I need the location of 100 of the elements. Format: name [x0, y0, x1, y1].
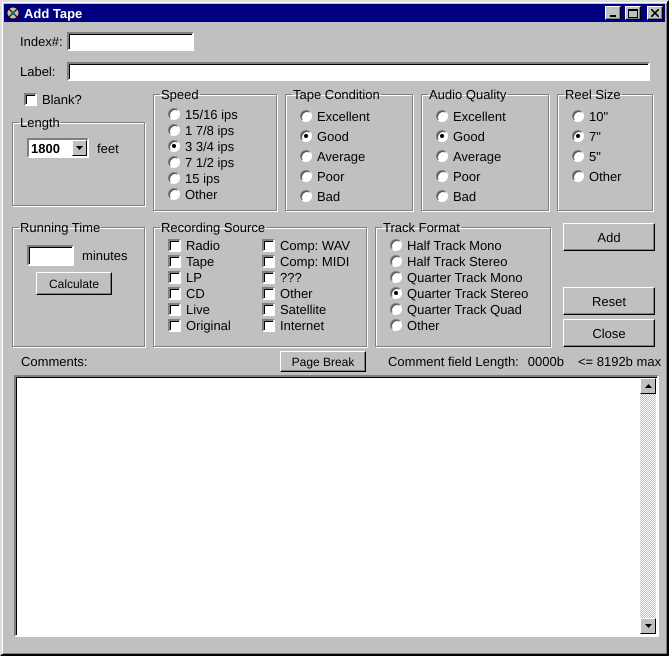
radio-button[interactable] [300, 170, 312, 182]
checkbox-option[interactable]: Internet [262, 317, 358, 333]
checkbox[interactable] [168, 318, 181, 332]
radio-button[interactable] [436, 190, 448, 202]
choice-option[interactable]: 15/16 ips [168, 106, 268, 122]
choice-option[interactable]: 5" [572, 146, 644, 166]
radio-button[interactable] [572, 110, 584, 122]
close-button[interactable] [647, 6, 663, 20]
choice-option[interactable]: 7 1/2 ips [168, 154, 268, 170]
checkbox[interactable] [262, 254, 275, 268]
choice-option[interactable]: Average [436, 146, 540, 166]
comments-field[interactable] [14, 375, 659, 637]
calculate-button[interactable]: Calculate [36, 272, 112, 295]
radio-button[interactable] [168, 172, 180, 184]
checkbox-option[interactable]: Original [168, 317, 248, 333]
reel-icon [6, 6, 20, 20]
radio-button[interactable] [390, 239, 402, 251]
choice-option[interactable]: Other [168, 186, 268, 202]
choice-option[interactable]: Good [436, 126, 540, 146]
checkbox[interactable] [262, 318, 275, 332]
choice-option[interactable]: Bad [300, 186, 404, 206]
checkbox[interactable] [262, 302, 275, 316]
scroll-down-button[interactable] [640, 618, 656, 634]
dialog-button[interactable]: Close [563, 319, 655, 347]
group-title: Track Format [382, 220, 461, 235]
choice-option[interactable]: Poor [436, 166, 540, 186]
length-dropdown[interactable]: 1800 [27, 138, 89, 158]
radio-button[interactable] [168, 156, 180, 168]
radio-button[interactable] [168, 124, 180, 136]
checkbox[interactable] [262, 270, 275, 284]
checkbox-option[interactable]: Comp: MIDI [262, 253, 358, 269]
choice-option[interactable]: Excellent [436, 106, 540, 126]
radio-button[interactable] [300, 130, 312, 142]
choice-option[interactable]: 3 3/4 ips [168, 138, 268, 154]
dialog-button[interactable]: Reset [563, 287, 655, 315]
page-break-button[interactable]: Page Break [280, 351, 366, 372]
choice-option[interactable]: Quarter Track Stereo [390, 285, 542, 301]
radio-button[interactable] [390, 287, 402, 299]
checkbox-option[interactable]: Blank? [24, 91, 145, 107]
index-field[interactable] [66, 32, 194, 51]
label-field[interactable] [67, 62, 650, 81]
choice-option[interactable]: 10" [572, 106, 644, 126]
checkbox-option[interactable]: CD [168, 285, 248, 301]
minimize-button[interactable] [605, 6, 621, 20]
choice-option[interactable]: Bad [436, 186, 540, 206]
checkbox[interactable] [24, 92, 37, 106]
choice-option[interactable]: Quarter Track Quad [390, 301, 542, 317]
choice-option[interactable]: Poor [300, 166, 404, 186]
checkbox-option[interactable]: Radio [168, 237, 248, 253]
group-title: Reel Size [564, 87, 622, 102]
choice-option[interactable]: Other [390, 317, 542, 333]
choice-option[interactable]: 7" [572, 126, 644, 146]
choice-option[interactable]: 15 ips [168, 170, 268, 186]
checkbox[interactable] [168, 286, 181, 300]
checkbox-option[interactable]: ??? [262, 269, 358, 285]
radio-button[interactable] [572, 150, 584, 162]
choice-option[interactable]: Half Track Stereo [390, 253, 542, 269]
radio-button[interactable] [572, 170, 584, 182]
down-arrow-icon [644, 624, 652, 628]
radio-button[interactable] [436, 170, 448, 182]
radio-button[interactable] [390, 255, 402, 267]
radio-button[interactable] [300, 110, 312, 122]
scroll-up-button[interactable] [640, 378, 656, 394]
checkbox[interactable] [262, 238, 275, 252]
choice-option[interactable]: Excellent [300, 106, 404, 126]
maximize-button[interactable] [625, 6, 641, 20]
radio-button[interactable] [436, 150, 448, 162]
checkbox-option[interactable]: Satellite [262, 301, 358, 317]
radio-button[interactable] [168, 108, 180, 120]
radio-button[interactable] [300, 190, 312, 202]
checkbox[interactable] [168, 302, 181, 316]
radio-button[interactable] [436, 110, 448, 122]
checkbox-option[interactable]: Live [168, 301, 248, 317]
dialog-button[interactable]: Add [563, 223, 655, 251]
scrollbar[interactable] [640, 378, 656, 634]
choice-option[interactable]: Average [300, 146, 404, 166]
radio-button[interactable] [168, 140, 180, 152]
choice-option[interactable]: Quarter Track Mono [390, 269, 542, 285]
checkbox-option[interactable]: Comp: WAV [262, 237, 358, 253]
radio-button[interactable] [572, 130, 584, 142]
checkbox-option[interactable]: LP [168, 269, 248, 285]
checkbox[interactable] [168, 238, 181, 252]
choice-option[interactable]: Good [300, 126, 404, 146]
checkbox[interactable] [168, 270, 181, 284]
radio-button[interactable] [436, 130, 448, 142]
close-icon [651, 9, 659, 17]
choice-option[interactable]: 1 7/8 ips [168, 122, 268, 138]
radio-button[interactable] [300, 150, 312, 162]
group-title: Running Time [19, 220, 102, 235]
choice-option[interactable]: Half Track Mono [390, 237, 542, 253]
radio-button[interactable] [390, 271, 402, 283]
radio-button[interactable] [168, 188, 180, 200]
radio-button[interactable] [390, 303, 402, 315]
radio-button[interactable] [390, 319, 402, 331]
checkbox[interactable] [262, 286, 275, 300]
checkbox-option[interactable]: Tape [168, 253, 248, 269]
checkbox[interactable] [168, 254, 181, 268]
choice-option[interactable]: Other [572, 166, 644, 186]
checkbox-option[interactable]: Other [262, 285, 358, 301]
minutes-field[interactable] [27, 245, 74, 266]
